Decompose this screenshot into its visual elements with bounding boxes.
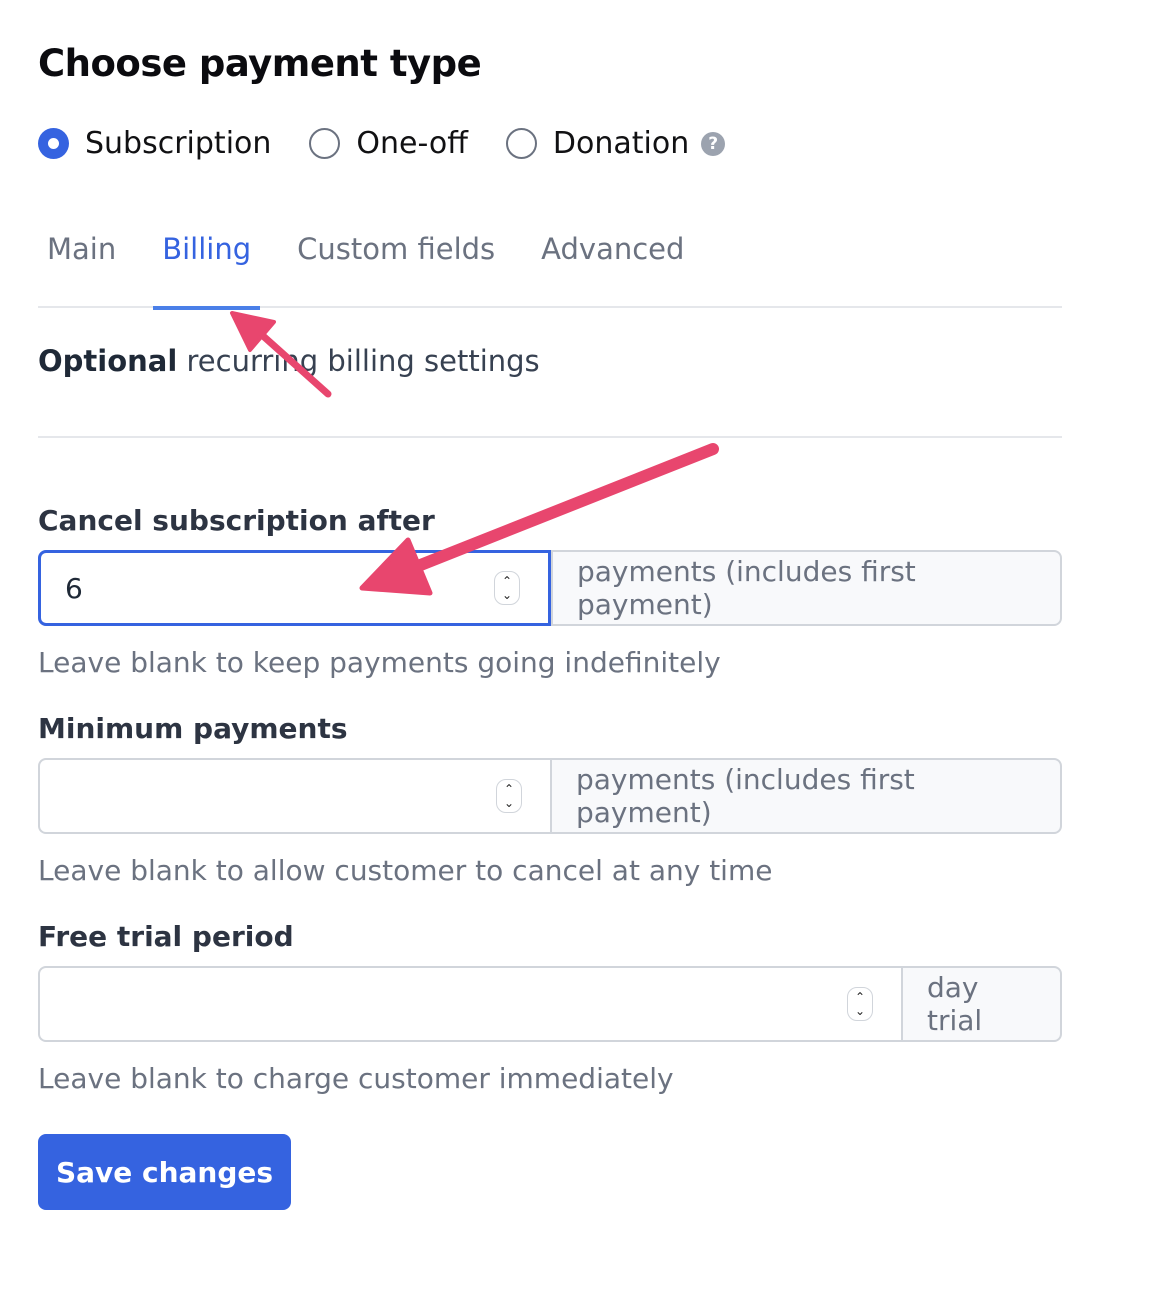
tab-advanced[interactable]: Advanced <box>532 222 693 308</box>
radio-button-checked-icon[interactable] <box>38 128 69 159</box>
radio-label-donation: Donation <box>552 126 690 161</box>
free-trial-label: Free trial period <box>38 920 294 953</box>
tab-custom-fields[interactable]: Custom fields <box>288 222 504 308</box>
settings-tabs: Main Billing Custom fields Advanced <box>38 222 1062 310</box>
cancel-after-addon: payments (includes first payment) <box>551 550 1062 626</box>
chevron-down-icon[interactable]: ⌄ <box>504 796 514 810</box>
minimum-payments-label: Minimum payments <box>38 712 348 745</box>
free-trial-addon: day trial <box>901 966 1062 1042</box>
cancel-after-label: Cancel subscription after <box>38 504 435 537</box>
tab-billing[interactable]: Billing <box>153 222 261 310</box>
tab-main[interactable]: Main <box>38 222 125 308</box>
radio-one-off[interactable]: One-off <box>309 126 468 161</box>
question-circle-icon[interactable]: ? <box>701 131 726 156</box>
radio-button-unchecked-icon[interactable] <box>505 128 537 159</box>
radio-label-subscription: Subscription <box>85 126 272 161</box>
section-description-rest: recurring billing settings <box>177 344 540 378</box>
number-spinner[interactable]: ⌃ ⌄ <box>494 571 520 605</box>
section-description-bold: Optional <box>38 344 178 378</box>
radio-donation[interactable]: Donation ? <box>505 126 726 161</box>
cancel-after-help: Leave blank to keep payments going indef… <box>38 646 721 679</box>
chevron-down-icon[interactable]: ⌄ <box>502 588 512 602</box>
minimum-payments-input-group: ⌃ ⌄ payments (includes first payment) <box>38 758 1062 834</box>
chevron-down-icon[interactable]: ⌄ <box>855 1004 865 1018</box>
cancel-after-input[interactable]: 6 ⌃ ⌄ <box>38 550 551 626</box>
radio-label-one-off: One-off <box>356 126 468 161</box>
minimum-payments-addon: payments (includes first payment) <box>550 758 1062 834</box>
chevron-up-icon[interactable]: ⌃ <box>855 990 865 1004</box>
section-divider <box>38 436 1062 438</box>
free-trial-help: Leave blank to charge customer immediate… <box>38 1062 674 1095</box>
section-description: Optional recurring billing settings <box>38 344 540 378</box>
number-spinner[interactable]: ⌃ ⌄ <box>847 987 873 1021</box>
payment-type-radio-group: Subscription One-off Donation ? <box>38 126 763 161</box>
radio-subscription[interactable]: Subscription <box>38 126 271 161</box>
cancel-after-value: 6 <box>65 571 83 605</box>
number-spinner[interactable]: ⌃ ⌄ <box>496 779 522 813</box>
chevron-up-icon[interactable]: ⌃ <box>502 574 512 588</box>
radio-button-unchecked-icon[interactable] <box>309 128 341 159</box>
free-trial-input-group: ⌃ ⌄ day trial <box>38 966 1062 1042</box>
minimum-payments-help: Leave blank to allow customer to cancel … <box>38 854 773 887</box>
chevron-up-icon[interactable]: ⌃ <box>504 782 514 796</box>
cancel-after-input-group: 6 ⌃ ⌄ payments (includes first payment) <box>38 550 1062 626</box>
save-changes-button[interactable]: Save changes <box>38 1134 291 1210</box>
minimum-payments-input[interactable]: ⌃ ⌄ <box>38 758 550 834</box>
free-trial-input[interactable]: ⌃ ⌄ <box>38 966 901 1042</box>
page-title: Choose payment type <box>38 42 482 85</box>
